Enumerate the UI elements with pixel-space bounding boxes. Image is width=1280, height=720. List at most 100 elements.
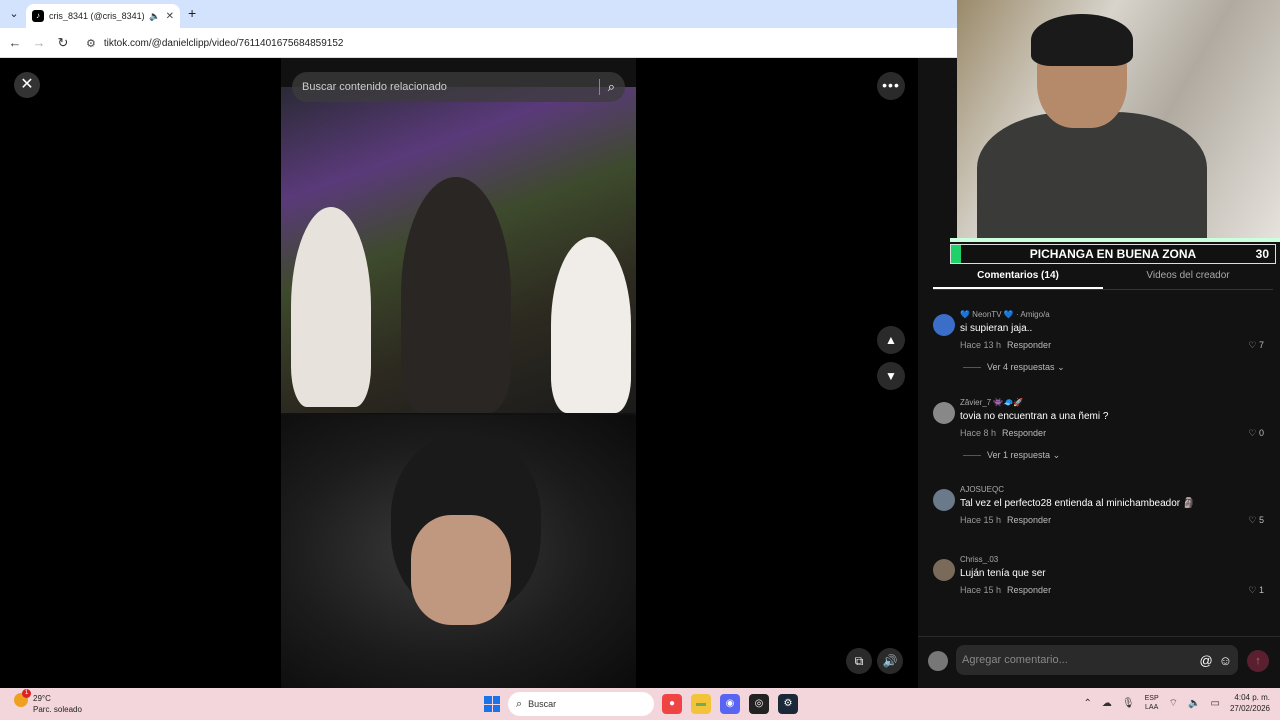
tab-comments[interactable]: Comentarios (14) [933,266,1103,289]
heart-icon: ♡ [1248,585,1259,595]
related-search-box[interactable]: ⌕ [292,72,625,102]
forward-icon[interactable]: → [30,34,48,52]
overlay-strip [950,238,1280,242]
like-count: 1 [1258,585,1264,595]
clock[interactable]: 4:04 p. m. 27/02/2026 [1230,692,1270,714]
comment-time: Hace 15 h [960,515,1002,525]
goal-count: 30 [1255,247,1269,261]
avatar[interactable] [933,489,955,511]
network-icon[interactable]: ☁ [1102,698,1112,709]
reply-button[interactable]: Responder [1007,515,1051,525]
streamer-body [977,112,1207,238]
comment-meta: Hace 13 h Responder [960,340,1051,350]
previous-video-button[interactable]: ▲ [877,326,905,354]
chevron-up-icon[interactable]: ⌃ [1084,698,1092,709]
volume-icon[interactable]: 🔊 [877,648,903,674]
comment-meta: Hace 8 h Responder [960,428,1046,438]
emoji-icon[interactable]: ☺ [1219,653,1232,668]
taskbar-search-label: Buscar [528,699,557,709]
divider [963,367,981,369]
avatar[interactable] [933,559,955,581]
back-icon[interactable]: ← [6,34,24,52]
wifi-icon[interactable]: ⌔ [1169,697,1178,710]
view-replies-label: Ver 4 respuestas [987,362,1055,372]
omnibox[interactable]: ⚙ tiktok.com/@danielclipp/video/76114016… [80,32,950,54]
new-tab-icon[interactable]: + [188,5,196,21]
reply-button[interactable]: Responder [1007,585,1051,595]
comment-username[interactable]: Zâvier_7 👾🧢🚀 [960,398,1023,407]
tab-creator-videos[interactable]: Videos del creador [1103,266,1273,289]
search-divider [598,79,600,95]
comment-username[interactable]: Chriss_.03 [960,555,998,564]
heart-icon: ♡ [1248,340,1259,350]
video-player[interactable]: ⌕ [281,58,636,688]
stream-goal-bar: PICHANGA EN BUENA ZONA 30 [950,244,1276,264]
webcam-overlay [957,0,1280,238]
heart-icon: ♡ [1248,515,1259,525]
send-button[interactable]: ↑ [1247,650,1269,672]
reply-button[interactable]: Responder [1007,340,1051,350]
tab-search-menu-icon[interactable]: ⌄ [6,6,22,22]
view-replies-label: Ver 1 respuesta [987,450,1051,460]
discord-icon[interactable]: ◉ [720,694,740,714]
like-button[interactable]: ♡ 0 [1248,428,1264,439]
video-frame-top [281,87,636,413]
tiktok-favicon-icon: ♪ [32,10,44,22]
like-count: 7 [1258,340,1264,350]
avatar[interactable] [933,314,955,336]
site-info-icon[interactable]: ⚙ [86,37,96,50]
comment-meta: Hace 15 h Responder [960,585,1051,595]
view-replies-button[interactable]: Ver 4 respuestas ⌄ [963,362,1065,373]
weather-widget[interactable]: 1 29°C Parc. soleado [14,689,82,715]
steam-icon[interactable]: ⚙ [778,694,798,714]
windows-start-icon[interactable] [484,696,500,712]
close-icon[interactable]: ✕ [14,72,40,98]
comment-text: si supieran jaja.. [960,323,1033,334]
temperature: 29°C [33,694,51,703]
comment-username[interactable]: AJOSUEQC [960,485,1004,494]
related-search-input[interactable] [302,81,591,93]
obs-icon[interactable]: ◎ [749,694,769,714]
reload-icon[interactable]: ↻ [54,34,72,52]
avatar[interactable] [933,402,955,424]
tab-close-icon[interactable]: ✕ [166,11,174,22]
speaker-icon[interactable]: 🔈 [149,11,160,22]
comment-text: Luján tenía que ser [960,568,1046,579]
comment-username[interactable]: 💙 NeonTV 💙 · Amigo/a [960,310,1050,319]
avatar[interactable] [928,651,948,671]
mini-player-icon[interactable]: ⧉ [846,648,872,674]
weather-text: 29°C Parc. soleado [33,693,82,715]
mention-icon[interactable]: @ [1200,653,1213,668]
taskbar-search[interactable]: ⌕ Buscar [508,692,654,716]
person-center [401,177,511,413]
goal-label: PICHANGA EN BUENA ZONA [1029,247,1197,261]
person-face [411,515,511,625]
like-button[interactable]: ♡ 1 [1248,585,1264,596]
like-count: 0 [1258,428,1264,438]
search-icon[interactable]: ⌕ [608,79,615,95]
language-indicator[interactable]: ESP LAA [1145,694,1159,712]
file-explorer-icon[interactable]: ▬ [691,694,711,714]
comment-field[interactable]: @ ☺ [956,645,1238,675]
browser-tab-bar: ⌄ ♪ cris_8341 (@cris_8341) | Tik 🔈 ✕ + [0,0,957,28]
reply-button[interactable]: Responder [1002,428,1046,438]
weather-sun-icon: 1 [14,689,31,707]
like-button[interactable]: ♡ 5 [1248,515,1264,526]
keyboard-layout: LAA [1145,704,1159,711]
clock-date: 27/02/2026 [1229,704,1270,713]
more-options-button[interactable]: ••• [877,72,905,100]
view-replies-button[interactable]: Ver 1 respuesta ⌄ [963,450,1060,461]
like-button[interactable]: ♡ 7 [1248,340,1264,351]
windows-taskbar: 1 29°C Parc. soleado ⌕ Buscar ● ▬ ◉ ◎ ⚙ … [0,688,1280,720]
next-video-button[interactable]: ▼ [877,362,905,390]
battery-icon[interactable]: ▭ [1211,698,1220,709]
speaker-icon[interactable]: 🔈 [1188,698,1200,709]
browser-tab[interactable]: ♪ cris_8341 (@cris_8341) | Tik 🔈 ✕ [26,4,180,28]
microphone-icon[interactable]: 🎙 [1122,698,1135,709]
chrome-icon[interactable]: ● [662,694,682,714]
comment-input[interactable] [962,654,1194,666]
person-left [291,207,371,407]
divider [963,455,981,457]
url-text[interactable]: tiktok.com/@danielclipp/video/7611401675… [104,38,344,49]
clock-time: 4:04 p. m. [1234,693,1270,702]
